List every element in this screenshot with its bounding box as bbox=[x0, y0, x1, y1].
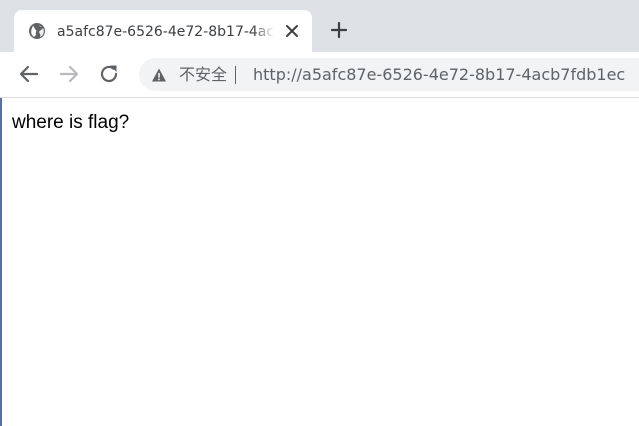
security-label[interactable]: 不安全 bbox=[179, 64, 227, 86]
arrow-left-icon[interactable] bbox=[18, 63, 40, 85]
tab-title-fade bbox=[253, 20, 275, 44]
page-content: where is flag? bbox=[2, 98, 639, 426]
browser-tab[interactable]: a5afc87e-6526-4e72-8b17-4acb7fdb1ec bbox=[14, 10, 312, 52]
security-divider bbox=[235, 66, 236, 84]
url-text[interactable]: http://a5afc87e-6526-4e72-8b17-4acb7fdb1… bbox=[253, 64, 639, 86]
arrow-right-icon[interactable] bbox=[58, 63, 80, 85]
warning-triangle-icon[interactable] bbox=[151, 67, 167, 83]
tab-title: a5afc87e-6526-4e72-8b17-4acb7fdb1ec bbox=[57, 24, 273, 40]
address-bar[interactable]: 不安全 http://a5afc87e-6526-4e72-8b17-4acb7… bbox=[139, 58, 639, 91]
plus-icon[interactable] bbox=[328, 19, 350, 41]
close-icon[interactable] bbox=[282, 21, 302, 41]
browser-toolbar: 不安全 http://a5afc87e-6526-4e72-8b17-4acb7… bbox=[0, 52, 639, 98]
reload-icon[interactable] bbox=[98, 63, 120, 85]
globe-icon bbox=[29, 23, 45, 39]
page-body-text: where is flag? bbox=[12, 112, 130, 133]
tab-strip: a5afc87e-6526-4e72-8b17-4acb7fdb1ec bbox=[0, 0, 639, 52]
